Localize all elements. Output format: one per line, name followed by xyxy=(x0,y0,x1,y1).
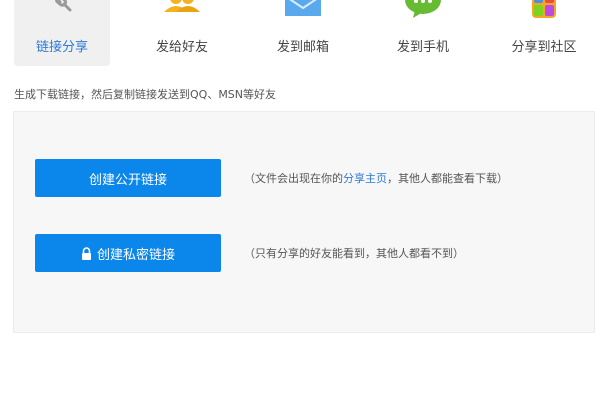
tab-share-community[interactable]: 分享到社区 xyxy=(496,0,592,66)
tab-send-friends[interactable]: 发给好友 xyxy=(134,0,230,66)
private-link-note: （只有分享的好友能看到，其他人都看不到） xyxy=(244,247,464,260)
tab-label: 分享到社区 xyxy=(511,40,577,55)
tab-label: 链接分享 xyxy=(35,40,88,55)
community-icon xyxy=(532,0,556,18)
chat-bubble-icon xyxy=(405,0,441,18)
lock-icon xyxy=(81,246,91,260)
create-public-link-button[interactable]: 创建公开链接 xyxy=(35,159,221,197)
share-homepage-link[interactable]: 分享主页 xyxy=(343,172,387,185)
tab-link-share[interactable]: 链接分享 xyxy=(14,0,110,66)
mail-icon xyxy=(285,0,321,16)
public-link-note: （文件会出现在你的分享主页，其他人都能查看下载） xyxy=(244,170,508,186)
tab-label: 发到邮箱 xyxy=(276,40,329,55)
tab-label: 发到手机 xyxy=(396,40,449,55)
note-text: ，其他人都能查看下载） xyxy=(387,172,508,185)
tab-send-phone[interactable]: 发到手机 xyxy=(375,0,471,66)
share-tab-bar: 链接分享 发给好友 发到邮箱 发到手机 分享到社区 xyxy=(0,0,600,66)
button-label: 创建私密链接 xyxy=(96,247,175,263)
share-description: 生成下载链接，然后复制链接发送到QQ、MSN等好友 xyxy=(14,88,277,101)
create-private-link-button[interactable]: 创建私密链接 xyxy=(35,234,221,272)
link-icon xyxy=(54,0,72,12)
tab-send-email[interactable]: 发到邮箱 xyxy=(255,0,351,66)
button-label: 创建公开链接 xyxy=(88,172,167,188)
note-text: （文件会出现在你的 xyxy=(244,172,343,185)
link-options-panel: 创建公开链接 （文件会出现在你的分享主页，其他人都能查看下载） 创建私密链接 （… xyxy=(13,111,595,333)
friends-icon xyxy=(164,0,200,12)
tab-label: 发给好友 xyxy=(155,40,208,55)
